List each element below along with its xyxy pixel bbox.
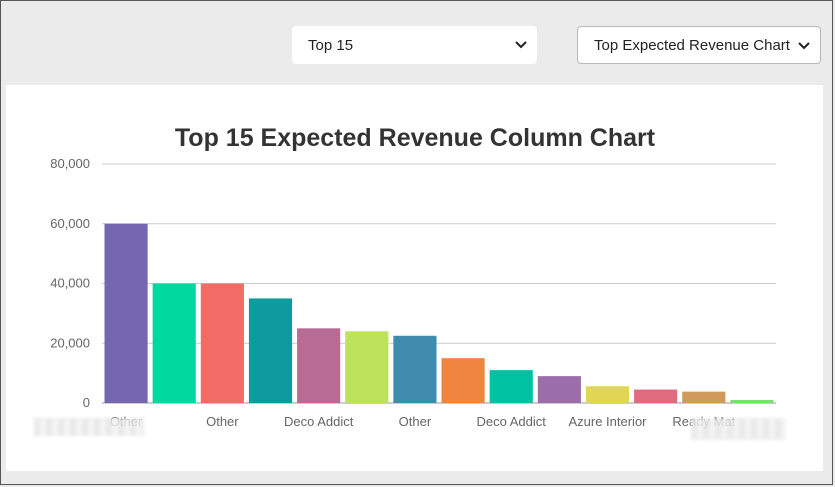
x-tick-label: Other <box>399 414 432 429</box>
bar[interactable] <box>585 386 630 403</box>
redacted-label-left <box>34 418 144 436</box>
x-tick-label: Deco Addict <box>284 414 354 429</box>
chart-card: Top 15 Expected Revenue Column Chart 0 20… <box>6 85 823 471</box>
bar[interactable] <box>393 335 437 403</box>
x-tick-label: Other <box>206 414 239 429</box>
bar[interactable] <box>345 331 389 403</box>
redacted-label-right <box>691 418 786 440</box>
y-tick-label: 80,000 <box>50 156 90 171</box>
bar[interactable] <box>297 328 341 403</box>
bar[interactable] <box>682 391 726 403</box>
chevron-down-icon <box>515 41 527 49</box>
bar[interactable] <box>634 389 678 403</box>
top-n-select[interactable]: Top 15 <box>292 26 537 64</box>
bar[interactable] <box>248 298 293 403</box>
x-tick-label: Azure Interior <box>568 414 647 429</box>
bar[interactable] <box>152 283 196 404</box>
bar[interactable] <box>104 223 148 403</box>
chevron-down-icon <box>798 42 810 50</box>
x-tick-label: Deco Addict <box>477 414 547 429</box>
y-tick-label: 60,000 <box>50 216 90 231</box>
chart-type-select-value: Top Expected Revenue Chart <box>594 36 790 54</box>
chart-title: Top 15 Expected Revenue Column Chart <box>175 124 656 152</box>
bar[interactable] <box>537 376 581 403</box>
bar[interactable] <box>200 283 244 404</box>
revenue-column-chart: Top 15 Expected Revenue Column Chart 0 20… <box>50 124 776 429</box>
y-tick-label: 40,000 <box>50 276 90 291</box>
bar[interactable] <box>730 400 774 403</box>
bar[interactable] <box>441 358 485 403</box>
bar[interactable] <box>489 370 533 403</box>
y-tick-label: 20,000 <box>50 335 90 350</box>
y-tick-label: 0 <box>83 395 90 410</box>
chart-type-select[interactable]: Top Expected Revenue Chart <box>577 26 821 64</box>
top-n-select-value: Top 15 <box>308 36 354 54</box>
